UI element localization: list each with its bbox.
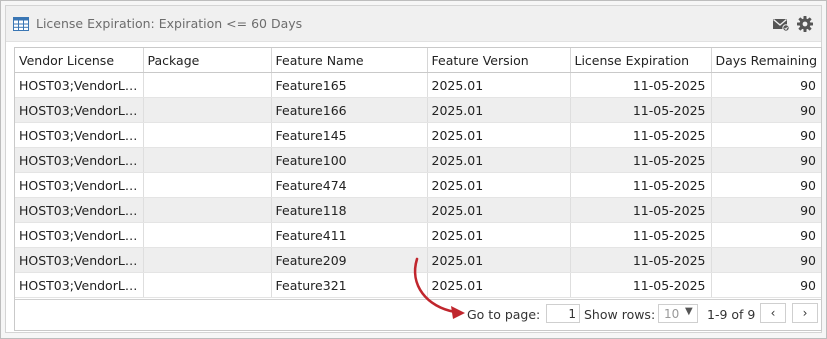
table-cell: 90	[711, 247, 821, 273]
table-cell	[143, 72, 272, 98]
table-cell: 2025.01	[427, 222, 571, 248]
show-rows-label: Show rows:	[584, 307, 656, 322]
table-cell: 2025.01	[427, 122, 571, 148]
table-cell	[143, 97, 272, 123]
page-range-text: 1-9 of 9	[707, 307, 756, 322]
table-cell: 90	[711, 197, 821, 223]
panel-title: License Expiration: Expiration <= 60 Day…	[36, 16, 303, 31]
table-cell: 2025.01	[427, 172, 571, 198]
table-cell	[143, 122, 272, 148]
table-cell: HOST03;VendorLi...	[15, 172, 144, 198]
table-cell: 11-05-2025	[570, 197, 712, 223]
column-header[interactable]: License Expiration	[570, 48, 712, 73]
table-header-row: Vendor License Package Feature Name Feature…	[15, 48, 821, 73]
table-cell: HOST03;VendorLi...	[15, 197, 144, 223]
table-cell: Feature100	[271, 147, 428, 173]
table-cell: 90	[711, 272, 821, 298]
table-cell: 90	[711, 172, 821, 198]
table-cell: HOST03;VendorLi...	[15, 272, 144, 298]
panel-header: License Expiration: Expiration <= 60 Day…	[6, 6, 821, 42]
table-row[interactable]: HOST03;VendorLi... Feature118 2025.01 11-05…	[15, 197, 821, 223]
table-cell: 2025.01	[427, 197, 571, 223]
table-cell: 90	[711, 147, 821, 173]
annotation-arrow-icon	[413, 257, 465, 319]
table-cell: 11-05-2025	[570, 97, 712, 123]
table-cell	[143, 197, 272, 223]
table-cell: HOST03;VendorLi...	[15, 122, 144, 148]
table-cell: Feature145	[271, 122, 428, 148]
table-row[interactable]: HOST03;VendorLi... Feature145 2025.01 11-05…	[15, 122, 821, 148]
column-header[interactable]: Package	[143, 48, 272, 73]
column-header[interactable]: Days Remaining	[711, 48, 821, 73]
table-cell: 11-05-2025	[570, 272, 712, 298]
column-header[interactable]: Feature Version	[427, 48, 571, 73]
page-number-input[interactable]: 1	[546, 304, 580, 323]
column-header[interactable]: Vendor License	[15, 48, 144, 73]
table-cell: 2025.01	[427, 72, 571, 98]
table-cell: 11-05-2025	[570, 72, 712, 98]
table-cell: 90	[711, 72, 821, 98]
table-cell: 11-05-2025	[570, 147, 712, 173]
table-cell: 11-05-2025	[570, 222, 712, 248]
go-to-page-label: Go to page:	[467, 307, 541, 322]
table-cell: HOST03;VendorLi...	[15, 247, 144, 273]
column-header[interactable]: Feature Name	[271, 48, 428, 73]
table-row[interactable]: HOST03;VendorLi... Feature166 2025.01 11-05…	[15, 97, 821, 123]
table-row[interactable]: HOST03;VendorLi... Feature165 2025.01 11-05…	[15, 72, 821, 98]
gear-icon[interactable]	[796, 15, 814, 33]
window-frame: License Expiration: Expiration <= 60 Day…	[0, 0, 827, 339]
table-cell: HOST03;VendorLi...	[15, 97, 144, 123]
table-cell: 11-05-2025	[570, 247, 712, 273]
table-cell: 90	[711, 97, 821, 123]
table-cell	[143, 147, 272, 173]
table-cell: 90	[711, 222, 821, 248]
table-cell: HOST03;VendorLi...	[15, 147, 144, 173]
table-cell: Feature118	[271, 197, 428, 223]
rows-per-page-select[interactable]: 10 ▼	[658, 304, 698, 323]
table-cell: Feature411	[271, 222, 428, 248]
table-cell: 2025.01	[427, 147, 571, 173]
table-cell	[143, 172, 272, 198]
table-cell	[143, 272, 272, 298]
table-row[interactable]: HOST03;VendorLi... Feature474 2025.01 11-05…	[15, 172, 821, 198]
table-cell: 11-05-2025	[570, 122, 712, 148]
table-cell: HOST03;VendorLi...	[15, 72, 144, 98]
table-cell: 90	[711, 122, 821, 148]
table-row[interactable]: HOST03;VendorLi... Feature100 2025.01 11-05…	[15, 147, 821, 173]
next-page-button[interactable]: ›	[792, 303, 818, 323]
rows-per-page-value: 10	[664, 307, 680, 321]
table-cell	[143, 222, 272, 248]
table-cell: 11-05-2025	[570, 172, 712, 198]
prev-page-button[interactable]: ‹	[760, 303, 786, 323]
email-icon[interactable]	[772, 15, 790, 33]
table-cell: Feature165	[271, 72, 428, 98]
table-cell: 2025.01	[427, 97, 571, 123]
chevron-down-icon: ▼	[685, 306, 693, 317]
table-cell: Feature321	[271, 272, 428, 298]
table-cell	[143, 247, 272, 273]
table-row[interactable]: HOST03;VendorLi... Feature411 2025.01 11-05…	[15, 222, 821, 248]
table-icon	[13, 17, 29, 31]
table-cell: Feature209	[271, 247, 428, 273]
table-cell: HOST03;VendorLi...	[15, 222, 144, 248]
table-cell: Feature474	[271, 172, 428, 198]
table-cell: Feature166	[271, 97, 428, 123]
